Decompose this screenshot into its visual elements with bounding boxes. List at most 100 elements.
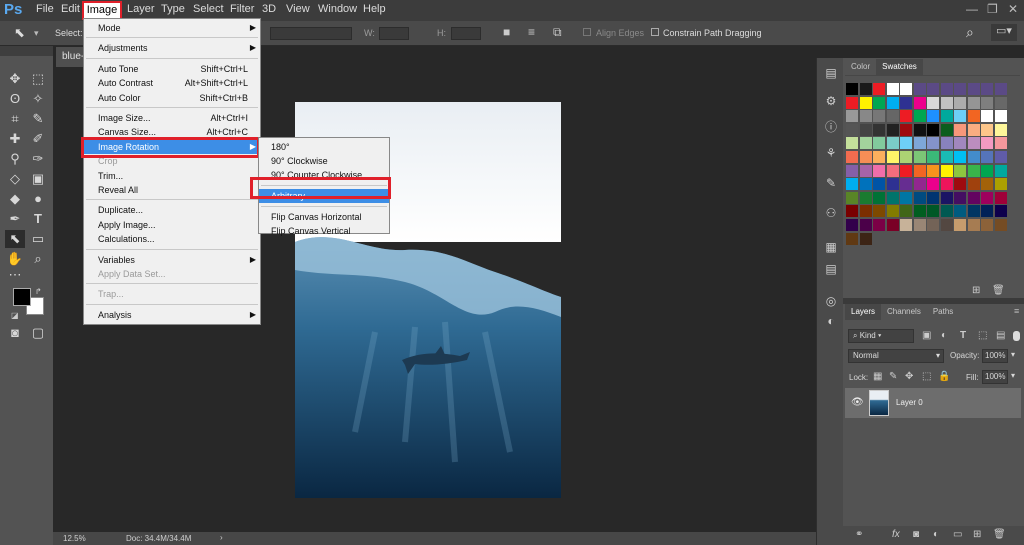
color-swatch[interactable] [927, 110, 939, 123]
color-swatch[interactable] [859, 137, 872, 150]
color-swatch[interactable] [927, 83, 939, 95]
color-swatch[interactable] [954, 205, 966, 218]
restore-button[interactable]: ❐ [987, 2, 998, 16]
color-swatch[interactable] [846, 164, 858, 177]
color-swatch[interactable] [846, 110, 858, 123]
color-swatch[interactable] [886, 96, 899, 109]
image-menu-apply-data-set[interactable]: Apply Data Set... [84, 267, 260, 281]
path-ops-icon[interactable]: ■ [503, 25, 510, 39]
menu-window[interactable]: Window [318, 3, 357, 15]
color-swatch[interactable] [981, 123, 993, 136]
menu-layer[interactable]: Layer [127, 3, 155, 15]
layer-row[interactable]: 👁 Layer 0 [845, 388, 1021, 418]
history-icon[interactable]: ▤ [823, 66, 839, 82]
zoom-tool-icon[interactable]: ⌕ [28, 250, 48, 268]
color-swatch[interactable] [954, 164, 966, 177]
color-swatch[interactable] [913, 191, 926, 204]
menu-help[interactable]: Help [363, 3, 386, 15]
lasso-tool-icon[interactable]: ʘ [5, 90, 25, 108]
color-swatch[interactable] [927, 178, 939, 191]
image-menu-auto-tone[interactable]: Auto Tone Shift+Ctrl+L [84, 62, 260, 76]
link-layers-icon[interactable]: ⚭ [855, 529, 863, 540]
color-swatch[interactable] [981, 151, 993, 163]
color-swatch[interactable] [994, 164, 1007, 177]
color-swatch[interactable] [994, 110, 1007, 123]
color-swatch[interactable] [967, 151, 980, 163]
color-swatch[interactable] [873, 205, 885, 218]
styles-icon[interactable]: ◐ [823, 314, 839, 330]
color-swatch[interactable] [940, 191, 953, 204]
color-swatch[interactable] [873, 110, 885, 123]
menu-type[interactable]: Type [161, 3, 185, 15]
color-swatch[interactable] [967, 123, 980, 136]
rotation-flip-canvas-horizontal[interactable]: Flip Canvas Horizontal [259, 210, 389, 224]
image-menu-analysis[interactable]: Analysis ▶ [84, 308, 260, 322]
lock-artboard-icon[interactable]: ⬚ [922, 371, 931, 382]
lock-pixels-icon[interactable]: ✎ [889, 371, 897, 382]
color-swatch[interactable] [846, 219, 858, 231]
color-swatch[interactable] [994, 205, 1007, 218]
menu-filter[interactable]: Filter [230, 3, 254, 15]
color-swatch[interactable] [859, 205, 872, 218]
color-swatch[interactable] [954, 219, 966, 231]
history-brush-icon[interactable]: ✑ [28, 150, 48, 168]
color-swatch[interactable] [846, 151, 858, 163]
color-swatch[interactable] [900, 191, 912, 204]
color-swatch[interactable] [846, 137, 858, 150]
color-swatch[interactable] [981, 178, 993, 191]
dodge-tool-icon[interactable]: ● [28, 190, 48, 208]
color-swatch[interactable] [859, 219, 872, 231]
status-chevron-icon[interactable]: › [220, 533, 223, 542]
layer-kind-filter[interactable]: ⌕ Kind ▾ [848, 329, 914, 343]
color-swatch[interactable] [981, 96, 993, 109]
color-swatch[interactable] [913, 205, 926, 218]
menu-file[interactable]: File [36, 3, 54, 15]
color-swatch[interactable] [886, 191, 899, 204]
color-swatch[interactable] [940, 123, 953, 136]
filter-toggle[interactable] [1013, 331, 1020, 341]
image-menu-image-size[interactable]: Image Size... Alt+Ctrl+I [84, 111, 260, 125]
color-swatch[interactable] [900, 219, 912, 231]
color-swatch[interactable] [994, 83, 1007, 95]
color-swatch[interactable] [859, 96, 872, 109]
lock-position-icon[interactable]: ✥ [905, 371, 913, 382]
eyedropper-icon[interactable]: ✎ [28, 110, 48, 128]
color-swatch[interactable] [927, 164, 939, 177]
tab-layers[interactable]: Layers [845, 304, 882, 320]
rotation-90-clockwise[interactable]: 90° Clockwise [259, 154, 389, 168]
foreground-color-swatch[interactable] [13, 288, 31, 306]
color-swatch[interactable] [967, 110, 980, 123]
color-swatch[interactable] [913, 123, 926, 136]
color-swatch[interactable] [846, 83, 858, 95]
color-swatch[interactable] [927, 205, 939, 218]
tab-channels[interactable]: Channels [881, 304, 927, 320]
color-swatch[interactable] [886, 110, 899, 123]
move-tool-icon[interactable]: ✥ [5, 70, 25, 88]
color-swatch[interactable] [886, 151, 899, 163]
color-swatch[interactable] [913, 96, 926, 109]
brush-presets-icon[interactable]: ✎ [823, 176, 839, 192]
color-swatch[interactable] [859, 110, 872, 123]
delete-layer-icon[interactable]: 🗑 [993, 529, 1006, 540]
color-swatch[interactable] [913, 178, 926, 191]
close-button[interactable]: ✕ [1008, 2, 1018, 16]
gradient-tool-icon[interactable]: ▣ [28, 170, 48, 188]
color-swatch[interactable] [981, 219, 993, 231]
fx-button[interactable]: fx [892, 529, 900, 540]
menu-edit[interactable]: Edit [61, 3, 80, 15]
color-swatch[interactable] [927, 137, 939, 150]
image-menu-variables[interactable]: Variables ▶ [84, 253, 260, 267]
color-swatch[interactable] [873, 123, 885, 136]
color-swatch[interactable] [900, 151, 912, 163]
lock-transparent-icon[interactable]: ▦ [873, 371, 882, 382]
character-icon[interactable]: ⚇ [823, 206, 839, 222]
adjustment-layer-icon[interactable]: ◐ [933, 529, 939, 540]
color-swatch[interactable] [900, 178, 912, 191]
color-swatch[interactable] [967, 191, 980, 204]
color-swatch[interactable] [913, 110, 926, 123]
image-menu-mode[interactable]: Mode ▶ [84, 21, 260, 35]
color-swatch[interactable] [846, 123, 858, 136]
color-swatch[interactable] [900, 96, 912, 109]
color-swatch[interactable] [846, 178, 858, 191]
color-swatch[interactable] [981, 191, 993, 204]
